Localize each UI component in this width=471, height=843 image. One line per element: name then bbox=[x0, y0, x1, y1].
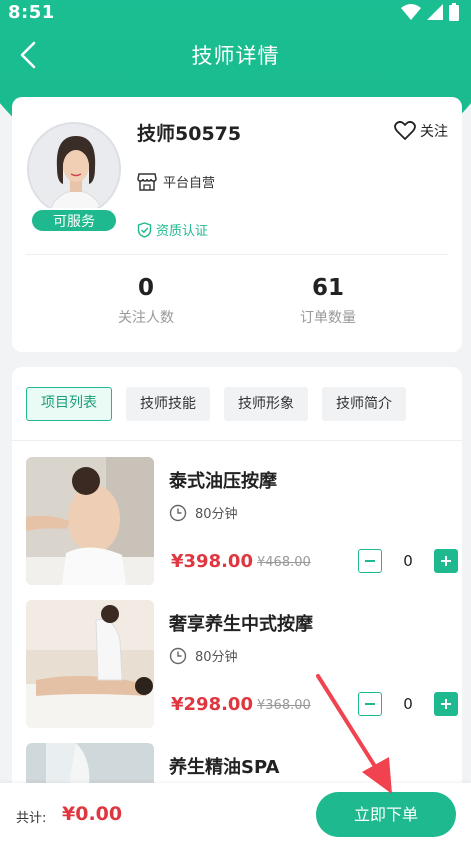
divider bbox=[12, 440, 462, 441]
increase-button[interactable] bbox=[434, 692, 458, 716]
plus-icon bbox=[441, 699, 451, 709]
technician-name: 技师50575 bbox=[137, 123, 242, 145]
list-item[interactable]: 奢享养生中式按摩 80分钟 ¥298.00 ¥368.00 0 bbox=[26, 600, 458, 728]
list-item[interactable]: 泰式油压按摩 80分钟 ¥398.00 ¥468.00 0 bbox=[26, 457, 458, 585]
platform-tag: 平台自营 bbox=[137, 172, 215, 191]
service-status-badge: 可服务 bbox=[30, 208, 118, 233]
service-image bbox=[26, 457, 154, 585]
total-value: ¥0.00 bbox=[62, 803, 123, 825]
page-title: 技师详情 bbox=[191, 44, 280, 68]
service-list-card: 项目列表 技师技能 技师形象 技师简介 泰式油压按摩 80分钟 ¥398.00 … bbox=[12, 367, 462, 843]
service-name: 泰式油压按摩 bbox=[169, 471, 277, 492]
plus-icon bbox=[441, 556, 451, 566]
service-original-price: ¥468.00 bbox=[257, 555, 311, 570]
minus-icon bbox=[365, 703, 375, 705]
decrease-button[interactable] bbox=[358, 549, 382, 573]
tab-intro[interactable]: 技师简介 bbox=[322, 387, 406, 421]
heart-icon bbox=[394, 121, 416, 140]
service-image bbox=[26, 600, 154, 728]
duration-label: 80分钟 bbox=[195, 507, 238, 522]
follow-button[interactable]: 关注 bbox=[394, 121, 448, 141]
profile-card: 可服务 技师50575 关注 平台自营 资质认证 0 关注人数 61 订单数量 bbox=[12, 97, 462, 352]
clock-icon bbox=[169, 504, 187, 521]
clock-icon bbox=[169, 647, 187, 664]
service-name: 养生精油SPA bbox=[169, 757, 280, 778]
tab-skills[interactable]: 技师技能 bbox=[126, 387, 210, 421]
service-name: 奢享养生中式按摩 bbox=[169, 614, 313, 635]
followers-label: 关注人数 bbox=[118, 310, 174, 326]
status-bar: 8:51 bbox=[0, 0, 471, 26]
shield-check-icon bbox=[137, 221, 152, 238]
quantity-stepper: 0 bbox=[358, 692, 458, 716]
follow-label: 关注 bbox=[420, 124, 448, 140]
wifi-icon bbox=[401, 4, 421, 20]
platform-label: 平台自营 bbox=[163, 176, 216, 191]
orders-label: 订单数量 bbox=[300, 310, 356, 326]
total-label: 共计: bbox=[16, 811, 47, 826]
service-duration: 80分钟 bbox=[169, 503, 238, 522]
battery-icon bbox=[449, 3, 459, 21]
status-icons bbox=[401, 3, 459, 21]
avatar bbox=[27, 122, 121, 216]
nav-bar: 技师详情 bbox=[0, 30, 471, 80]
order-now-button[interactable]: 立即下单 bbox=[316, 792, 456, 837]
increase-button[interactable] bbox=[434, 549, 458, 573]
quantity-value: 0 bbox=[403, 552, 413, 570]
service-duration: 80分钟 bbox=[169, 646, 238, 665]
decrease-button[interactable] bbox=[358, 692, 382, 716]
duration-label: 80分钟 bbox=[195, 650, 238, 665]
signal-icon bbox=[427, 4, 443, 20]
qualification-label: 资质认证 bbox=[156, 224, 209, 239]
quantity-stepper: 0 bbox=[358, 549, 458, 573]
qualification-tag[interactable]: 资质认证 bbox=[137, 220, 208, 239]
service-original-price: ¥368.00 bbox=[257, 698, 311, 713]
tab-project-list[interactable]: 项目列表 bbox=[26, 387, 112, 421]
followers-count: 0 bbox=[137, 275, 154, 301]
tab-bar: 项目列表 技师技能 技师形象 技师简介 bbox=[26, 387, 406, 421]
orders-count: 61 bbox=[311, 275, 344, 301]
store-icon bbox=[137, 172, 157, 191]
status-time: 8:51 bbox=[8, 2, 55, 23]
minus-icon bbox=[365, 560, 375, 562]
service-price: ¥298.00 bbox=[171, 694, 253, 715]
orders-stat: 61 订单数量 bbox=[253, 275, 403, 327]
quantity-value: 0 bbox=[403, 695, 413, 713]
divider bbox=[26, 254, 448, 255]
service-price: ¥398.00 bbox=[171, 551, 253, 572]
followers-stat: 0 关注人数 bbox=[71, 275, 221, 327]
bottom-bar: 共计: ¥0.00 立即下单 bbox=[0, 783, 471, 843]
tab-image[interactable]: 技师形象 bbox=[224, 387, 308, 421]
